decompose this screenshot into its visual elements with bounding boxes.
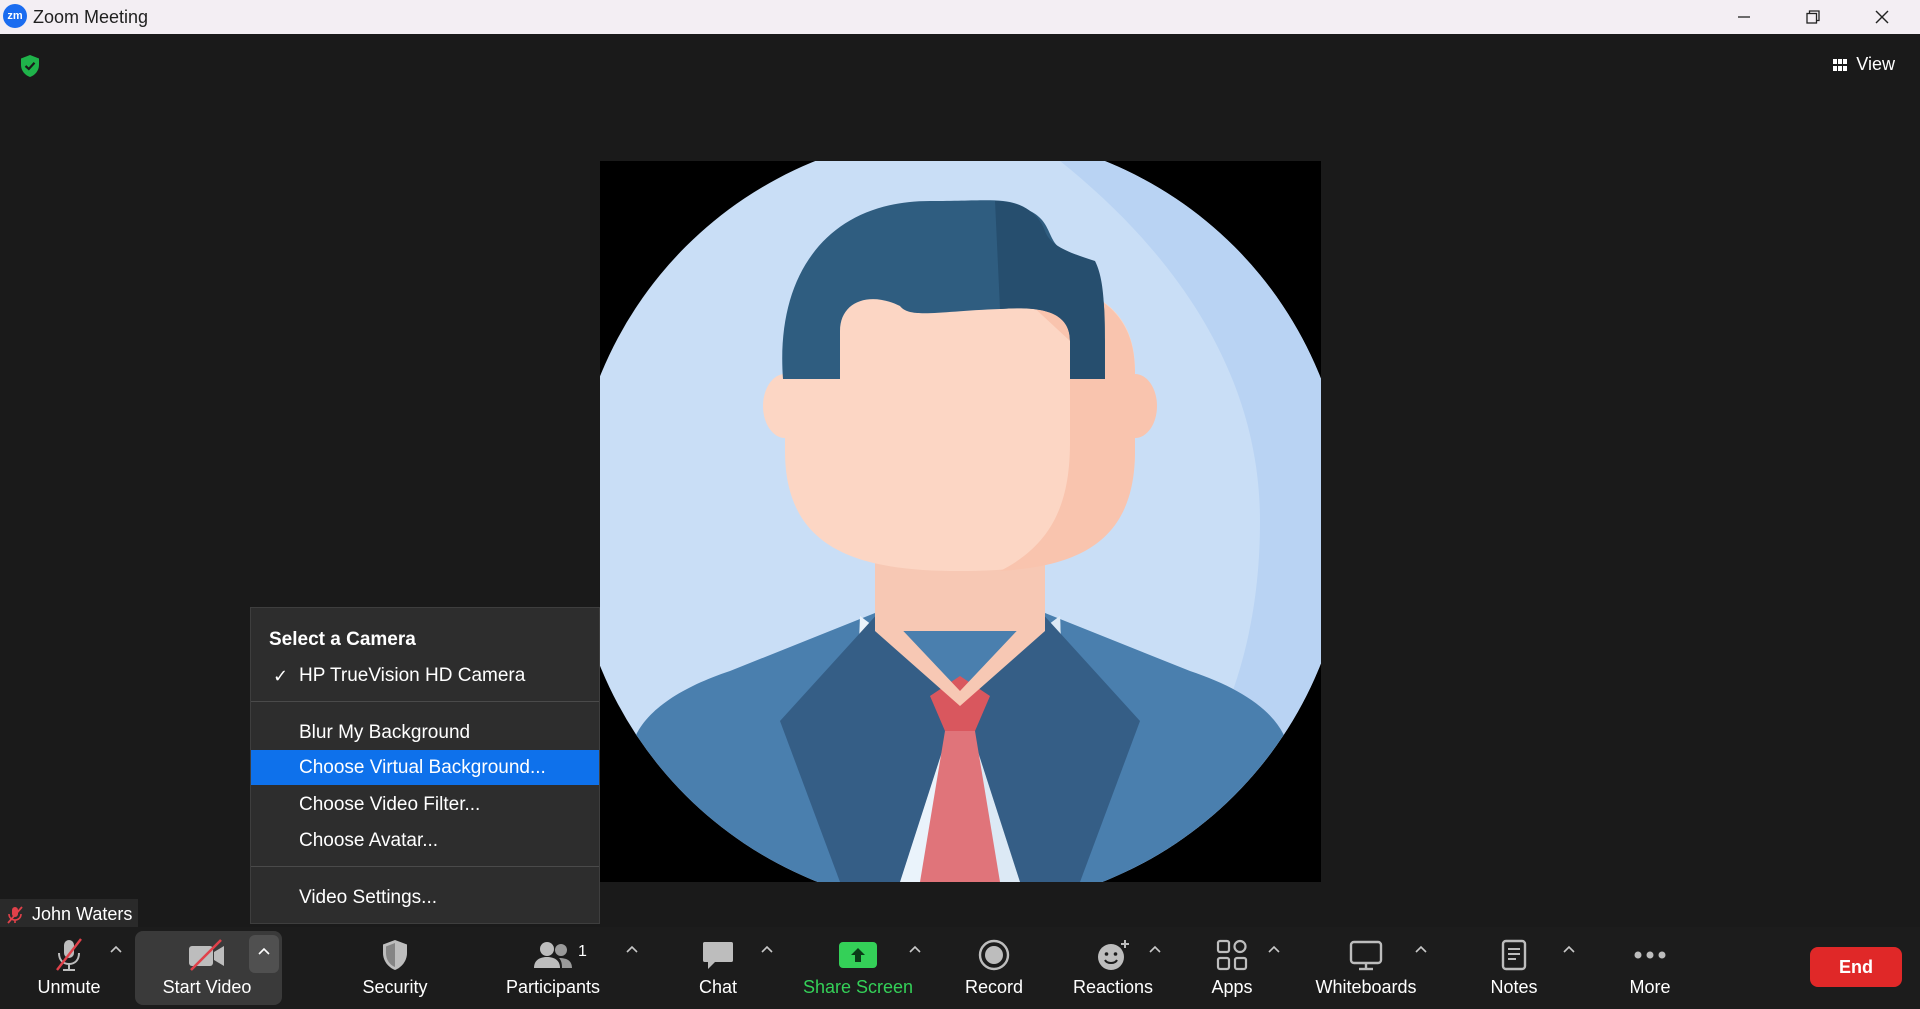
restore-button[interactable]	[1779, 0, 1847, 34]
unmute-button[interactable]: Unmute	[30, 927, 108, 1009]
more-label: More	[1629, 977, 1671, 997]
chevron-up-icon	[761, 945, 773, 953]
chat-button[interactable]: Chat	[692, 927, 744, 1009]
whiteboards-button[interactable]: Whiteboards	[1312, 927, 1420, 1009]
meeting-toolbar: Unmute Start Video Security Participants…	[0, 927, 1920, 1009]
view-label: View	[1856, 54, 1895, 74]
participants-label: Participants	[505, 977, 601, 997]
chat-label: Chat	[698, 977, 738, 997]
chevron-up-icon	[1149, 945, 1161, 953]
menu-divider	[251, 866, 599, 867]
camera-menu: Select a Camera ✓ HP TrueVision HD Camer…	[250, 607, 600, 924]
menu-item-label: Choose Virtual Background...	[299, 756, 546, 778]
share-screen-button[interactable]: Share Screen	[802, 927, 914, 1009]
reactions-label: Reactions	[1072, 977, 1154, 997]
start-video-label: Start Video	[162, 977, 252, 997]
participant-name-tag: John Waters	[0, 899, 139, 930]
apps-button[interactable]: Apps	[1208, 927, 1256, 1009]
unmute-label: Unmute	[37, 977, 101, 997]
title-bar: zm Zoom Meeting	[0, 0, 1920, 34]
profile-avatar	[600, 161, 1321, 882]
minimize-button[interactable]	[1710, 0, 1778, 34]
chevron-up-icon	[626, 945, 638, 953]
whiteboard-icon	[1349, 940, 1383, 971]
whiteboards-options-caret[interactable]	[1413, 941, 1429, 957]
menu-header-select-camera: Select a Camera	[269, 629, 416, 650]
share-screen-label: Share Screen	[802, 977, 914, 997]
menu-item-virtual-background[interactable]: Choose Virtual Background...	[251, 750, 599, 785]
reactions-options-caret[interactable]	[1147, 941, 1163, 957]
close-icon	[1875, 10, 1889, 24]
chevron-up-icon	[1415, 945, 1427, 953]
reactions-button[interactable]: Reactions	[1072, 927, 1154, 1009]
menu-item-label: Choose Avatar...	[299, 829, 439, 851]
menu-divider	[251, 701, 599, 702]
whiteboards-label: Whiteboards	[1315, 977, 1417, 997]
chevron-up-icon	[1563, 945, 1575, 953]
encryption-shield-icon[interactable]	[19, 54, 41, 78]
view-button[interactable]: View	[1832, 54, 1895, 75]
security-label: Security	[362, 977, 428, 997]
restore-icon	[1806, 10, 1820, 24]
chat-options-caret[interactable]	[759, 941, 775, 957]
menu-item-blur-background[interactable]: Blur My Background	[251, 715, 599, 750]
apps-options-caret[interactable]	[1266, 941, 1282, 957]
record-icon	[978, 939, 1010, 971]
chat-bubble-icon	[703, 942, 733, 969]
grid-view-icon	[1833, 58, 1848, 71]
record-button[interactable]: Record	[961, 927, 1027, 1009]
more-dots-icon	[1634, 951, 1666, 959]
notes-button[interactable]: Notes	[1487, 927, 1541, 1009]
menu-item-video-settings[interactable]: Video Settings...	[251, 880, 599, 915]
notes-icon	[1501, 939, 1527, 971]
apps-icon	[1216, 939, 1248, 971]
chevron-up-icon	[909, 945, 921, 953]
start-video-button[interactable]: Start Video	[155, 927, 259, 1009]
chevron-up-icon	[110, 945, 122, 953]
share-screen-icon	[839, 942, 877, 968]
menu-item-avatar[interactable]: Choose Avatar...	[251, 823, 599, 858]
chevron-up-icon	[258, 947, 270, 955]
end-label: End	[1839, 956, 1873, 977]
security-button[interactable]: Security	[355, 927, 435, 1009]
menu-item-label: Blur My Background	[299, 721, 471, 743]
notes-label: Notes	[1490, 977, 1538, 997]
participants-count: 1	[578, 943, 587, 960]
notes-options-caret[interactable]	[1561, 941, 1577, 957]
checkmark-icon: ✓	[273, 666, 289, 686]
menu-item-video-filter[interactable]: Choose Video Filter...	[251, 787, 599, 822]
reactions-icon	[1098, 940, 1129, 970]
minimize-icon	[1738, 16, 1750, 18]
video-options-caret[interactable]	[249, 935, 279, 973]
mic-muted-icon	[56, 938, 82, 971]
participants-icon	[534, 942, 572, 968]
participants-options-caret[interactable]	[624, 941, 640, 957]
more-button[interactable]: More	[1624, 927, 1676, 1009]
security-shield-icon	[383, 940, 407, 970]
audio-options-caret[interactable]	[108, 941, 124, 957]
camera-label: HP TrueVision HD Camera	[299, 664, 526, 686]
window-title: Zoom Meeting	[33, 7, 149, 27]
participant-video-tile[interactable]	[600, 161, 1321, 882]
participant-name: John Waters	[32, 904, 133, 924]
apps-label: Apps	[1211, 977, 1253, 997]
record-label: Record	[964, 977, 1024, 997]
zoom-window: zm Zoom Meeting View John Waters Select …	[0, 0, 1920, 1009]
muted-mic-icon	[7, 905, 23, 924]
menu-item-label: Video Settings...	[299, 886, 438, 908]
video-off-icon	[189, 939, 224, 971]
chevron-up-icon	[1268, 945, 1280, 953]
menu-item-camera[interactable]: ✓ HP TrueVision HD Camera	[251, 658, 599, 693]
zoom-logo-icon: zm	[3, 4, 27, 28]
close-button[interactable]	[1848, 0, 1916, 34]
share-options-caret[interactable]	[907, 941, 923, 957]
participants-button[interactable]: Participants	[500, 927, 606, 1009]
menu-item-label: Choose Video Filter...	[299, 793, 481, 815]
end-meeting-button[interactable]: End	[1810, 947, 1902, 987]
